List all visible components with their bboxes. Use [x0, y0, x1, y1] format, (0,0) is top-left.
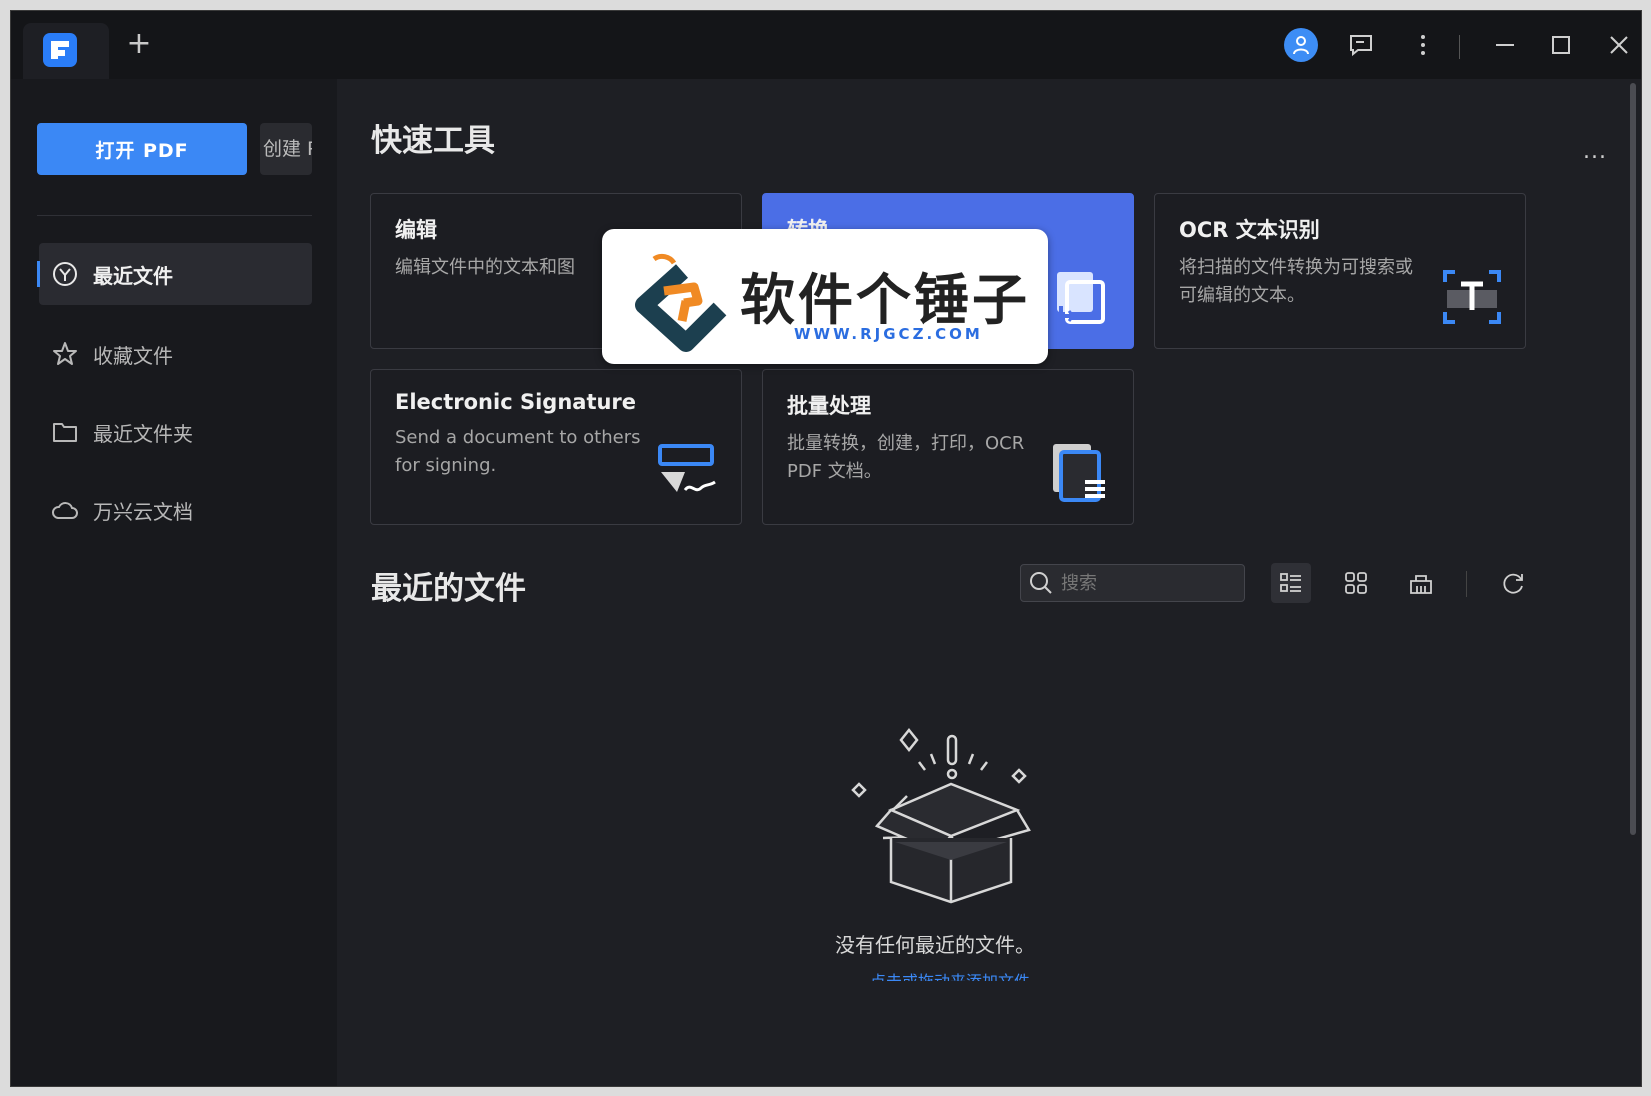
message-icon [1350, 35, 1372, 57]
close-icon [1610, 36, 1628, 54]
minimize-icon [1496, 44, 1514, 46]
sidebar: 打开 PDF 创建 PDF 最近文件 收藏文件 最近文件夹 万兴云文档 [11, 79, 337, 1086]
minimize-button[interactable] [1487, 27, 1523, 63]
feedback-button[interactable] [1343, 27, 1379, 63]
search-box[interactable] [1020, 564, 1245, 602]
tool-card-batch-process[interactable]: 批量处理 批量转换，创建，打印，OCR PDF 文档。 [762, 369, 1134, 525]
title-bar: + [11, 11, 1641, 79]
list-view-button[interactable] [1271, 563, 1311, 603]
sidebar-item-label: 最近文件夹 [93, 421, 193, 446]
clock-icon [51, 260, 79, 288]
signature-icon [657, 442, 719, 504]
batch-process-icon [1049, 442, 1111, 504]
card-title: 批量处理 [787, 394, 871, 418]
empty-box-icon [847, 726, 1037, 906]
list-view-icon [1280, 573, 1301, 592]
sidebar-item-label: 收藏文件 [93, 343, 173, 368]
convert-icon [1049, 266, 1111, 328]
add-files-link[interactable]: 点击或拖动来添加文件 [855, 969, 1045, 981]
card-description: 批量转换，创建，打印，OCR PDF 文档。 [787, 433, 1025, 482]
maximize-button[interactable] [1543, 27, 1579, 63]
folder-icon [51, 418, 79, 446]
titlebar-divider [1459, 35, 1460, 59]
close-button[interactable] [1601, 27, 1637, 63]
refresh-button[interactable] [1493, 563, 1533, 603]
maximize-icon [1552, 36, 1570, 54]
scrollbar-thumb[interactable] [1630, 83, 1636, 835]
ocr-scan-icon [1441, 266, 1503, 328]
new-tab-button[interactable]: + [123, 29, 155, 61]
clear-history-button[interactable] [1401, 563, 1441, 603]
watermark-logo-icon [635, 253, 727, 352]
search-icon [1030, 572, 1052, 594]
refresh-icon [1503, 573, 1523, 594]
user-avatar-icon [1284, 28, 1318, 62]
watermark-text: 软件个锤子 [740, 268, 1031, 332]
sidebar-item-label: 万兴云文档 [93, 499, 193, 524]
app-logo-icon [43, 33, 77, 67]
watermark-overlay: 软件个锤子 WWW.RJGCZ.COM [602, 229, 1048, 364]
grid-view-icon [1345, 572, 1367, 594]
tool-card-ocr[interactable]: OCR 文本识别 将扫描的文件转换为可搜索或可编辑的文本。 [1154, 193, 1526, 349]
sidebar-item-label: 最近文件 [93, 263, 173, 288]
more-menu-button[interactable] [1405, 27, 1441, 63]
quick-tools-more-button[interactable]: ... [1583, 139, 1607, 164]
broom-icon [1410, 575, 1432, 594]
sidebar-divider [37, 215, 312, 216]
sidebar-item-recent-folders[interactable]: 最近文件夹 [39, 401, 312, 463]
more-vertical-icon [1421, 35, 1425, 55]
grid-view-button[interactable] [1336, 563, 1376, 603]
recent-files-title: 最近的文件 [371, 571, 526, 607]
open-pdf-button[interactable]: 打开 PDF [37, 123, 247, 175]
quick-tools-title: 快速工具 [371, 123, 495, 159]
sidebar-item-cloud-docs[interactable]: 万兴云文档 [39, 479, 312, 541]
card-title: OCR 文本识别 [1179, 218, 1320, 242]
star-icon [51, 340, 79, 368]
empty-state-text: 没有任何最近的文件。 [835, 933, 1035, 957]
create-pdf-button[interactable]: 创建 PDF [260, 123, 312, 175]
cloud-icon [51, 496, 79, 524]
tool-card-electronic-signature[interactable]: Electronic Signature Send a document to … [370, 369, 742, 525]
card-title: Electronic Signature [395, 390, 637, 414]
app-window: + 打开 PDF 创建 PDF 最近 [10, 10, 1642, 1087]
watermark-url: WWW.RJGCZ.COM [794, 325, 983, 343]
card-description: Send a document to others for signing. [395, 427, 641, 476]
sidebar-item-recent-files[interactable]: 最近文件 [37, 243, 312, 305]
account-button[interactable] [1283, 27, 1319, 63]
search-input[interactable] [1061, 572, 1231, 594]
main-scrollbar[interactable] [1629, 83, 1637, 843]
sidebar-item-favorites[interactable]: 收藏文件 [39, 323, 312, 385]
card-description: 将扫描的文件转换为可搜索或可编辑的文本。 [1179, 257, 1413, 306]
toolbar-divider [1466, 571, 1467, 597]
